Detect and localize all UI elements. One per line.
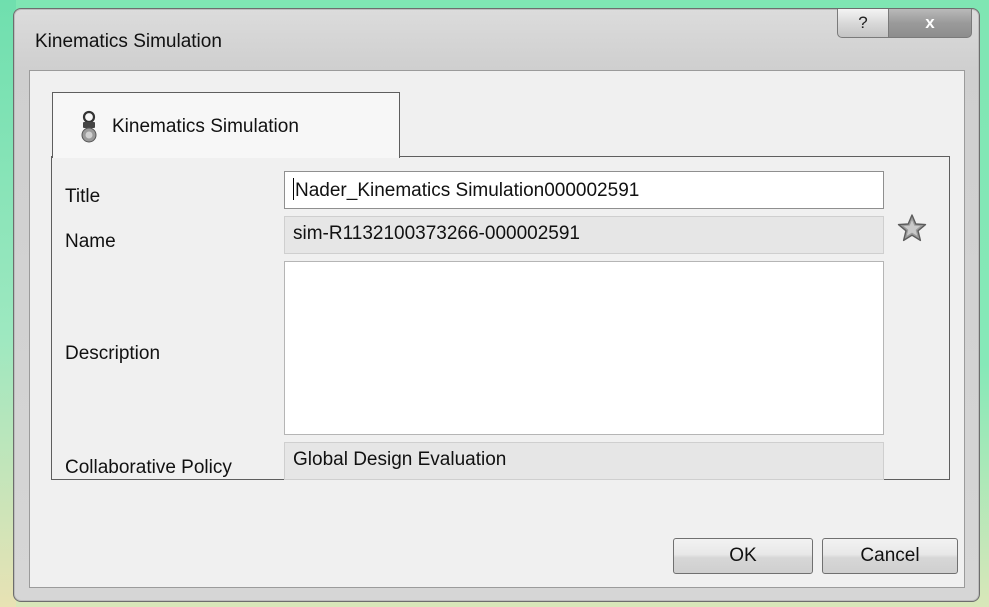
close-button[interactable]: x (889, 9, 972, 38)
collaborative-policy-label: Collaborative Policy (65, 457, 232, 478)
star-icon[interactable] (897, 213, 927, 243)
collaborative-policy-value: Global Design Evaluation (293, 449, 507, 470)
description-textarea[interactable] (284, 261, 884, 435)
title-bar-buttons: ? x (837, 9, 972, 38)
cancel-button[interactable]: Cancel (822, 538, 958, 574)
title-input-value: Nader_Kinematics Simulation000002591 (295, 180, 640, 201)
name-field-value: sim-R1132100373266-000002591 (293, 223, 580, 244)
simulation-icon (81, 110, 97, 143)
dialog-title: Kinematics Simulation (35, 31, 222, 52)
ok-button-label: OK (729, 545, 757, 566)
cancel-button-label: Cancel (860, 545, 920, 566)
name-label: Name (65, 231, 116, 252)
ok-button[interactable]: OK (673, 538, 813, 574)
kinematics-simulation-dialog: Kinematics Simulation ? x Kinematics Sim… (13, 8, 980, 602)
dialog-body: Kinematics Simulation Title Nader_Kinema… (29, 70, 965, 588)
tab-kinematics-simulation[interactable]: Kinematics Simulation (52, 92, 400, 158)
description-label: Description (65, 343, 161, 364)
close-icon: x (925, 13, 935, 32)
title-input[interactable]: Nader_Kinematics Simulation000002591 (284, 171, 884, 209)
tab-label: Kinematics Simulation (112, 116, 299, 137)
help-button[interactable]: ? (837, 9, 889, 38)
text-cursor (293, 178, 294, 200)
help-icon: ? (858, 13, 868, 32)
title-label: Title (65, 186, 101, 207)
title-bar[interactable]: Kinematics Simulation ? x (14, 9, 979, 69)
name-field: sim-R1132100373266-000002591 (284, 216, 884, 254)
collaborative-policy-field: Global Design Evaluation (284, 442, 884, 480)
